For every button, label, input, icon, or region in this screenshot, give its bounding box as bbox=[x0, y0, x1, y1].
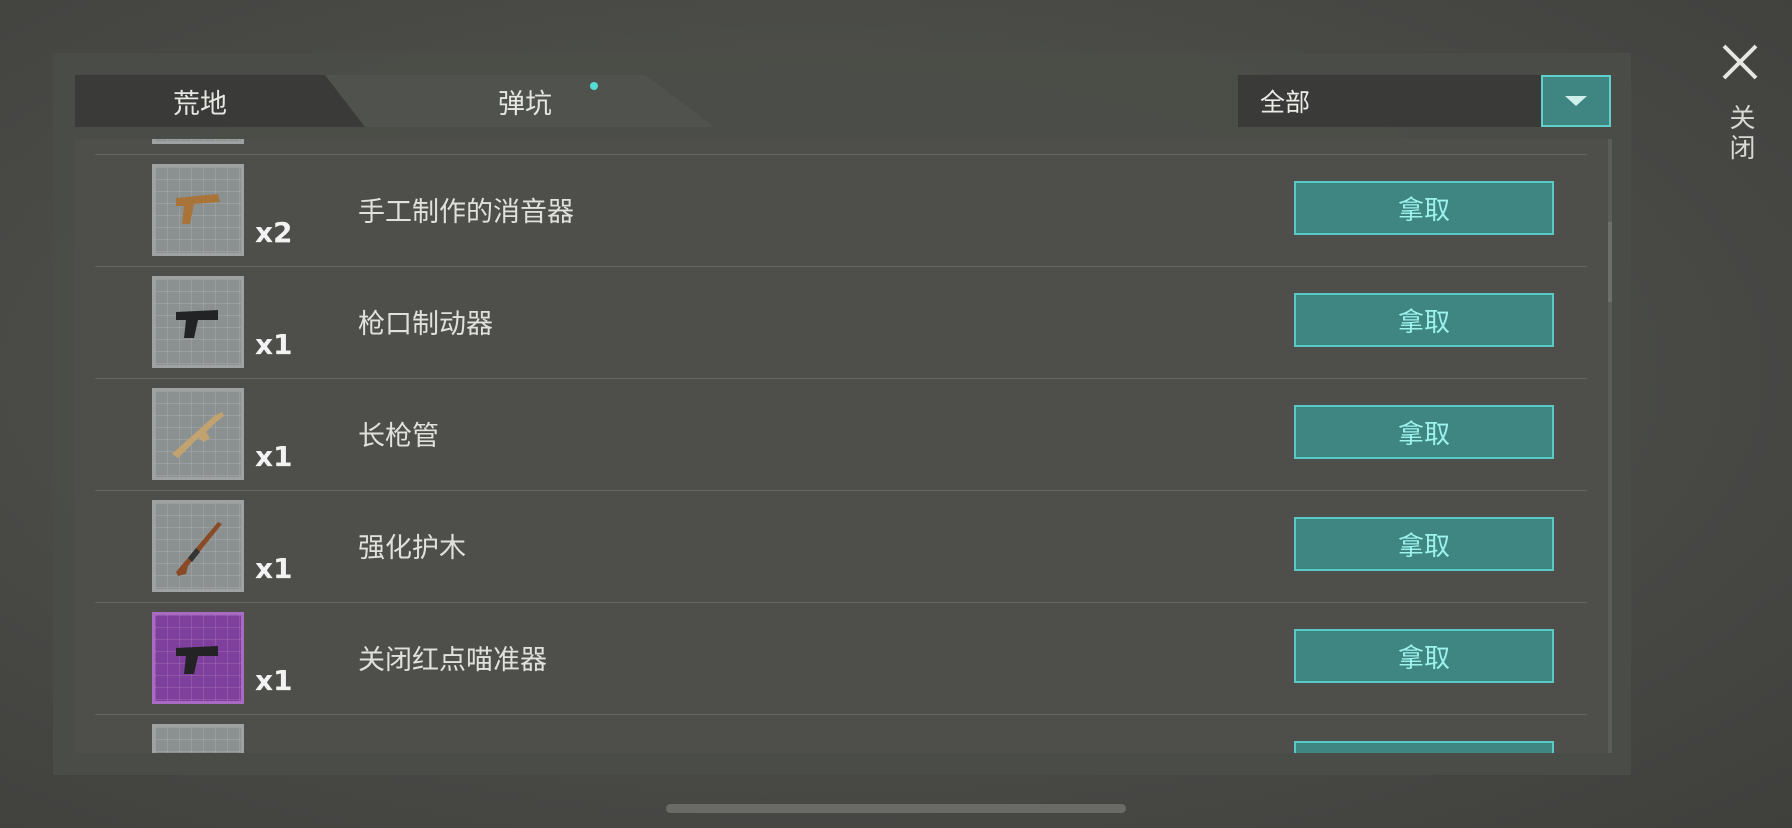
item-quantity: x1 bbox=[255, 440, 293, 473]
item-name: 关闭红点喵准器 bbox=[358, 645, 547, 676]
tab-bar: 弹坑 荒地 bbox=[75, 75, 715, 127]
list-item: x1 bbox=[95, 139, 1587, 155]
take-button[interactable] bbox=[1294, 741, 1554, 753]
notification-dot bbox=[590, 82, 598, 90]
weapon-part-icon bbox=[152, 724, 244, 753]
close-label[interactable]: 关闭 bbox=[1722, 104, 1759, 164]
list-item: x1 长枪管 拿取 bbox=[95, 378, 1587, 491]
list-item bbox=[95, 714, 1587, 753]
item-name: 手工制作的消音器 bbox=[358, 197, 574, 228]
item-name: 枪口制动器 bbox=[358, 309, 493, 340]
rifle-icon bbox=[152, 388, 244, 480]
take-button[interactable]: 拿取 bbox=[1294, 629, 1554, 683]
list-item: x1 关闭红点喵准器 拿取 bbox=[95, 602, 1587, 715]
item-name: 强化护木 bbox=[358, 533, 466, 564]
item-quantity: x1 bbox=[255, 664, 293, 697]
chevron-down-icon bbox=[1565, 96, 1587, 106]
take-button[interactable]: 拿取 bbox=[1294, 405, 1554, 459]
list-item: x1 强化护木 拿取 bbox=[95, 490, 1587, 603]
tab-crater[interactable]: 弹坑 bbox=[315, 75, 715, 127]
weapon-part-icon bbox=[152, 139, 244, 144]
close-icon[interactable] bbox=[1718, 40, 1762, 84]
shotgun-icon bbox=[152, 500, 244, 592]
take-button[interactable]: 拿取 bbox=[1294, 181, 1554, 235]
pistol-icon bbox=[152, 612, 244, 704]
item-quantity: x1 bbox=[255, 552, 293, 585]
item-name: 长枪管 bbox=[358, 421, 439, 452]
list-item: x2 手工制作的消音器 拿取 bbox=[95, 154, 1587, 267]
take-button[interactable]: 拿取 bbox=[1294, 293, 1554, 347]
filter-toggle-button[interactable] bbox=[1541, 75, 1611, 127]
list-item: x1 枪口制动器 拿取 bbox=[95, 266, 1587, 379]
scrollbar-thumb[interactable] bbox=[1608, 222, 1612, 302]
filter-selected-label: 全部 bbox=[1260, 88, 1311, 117]
item-list[interactable]: x1 x2 手工制作的消音器 拿取 x1 枪口制动器 拿取 x1 长枪管 拿取 … bbox=[75, 139, 1611, 753]
take-button[interactable]: 拿取 bbox=[1294, 517, 1554, 571]
item-quantity: x2 bbox=[255, 216, 293, 249]
filter-dropdown[interactable]: 全部 bbox=[1238, 75, 1611, 127]
home-indicator[interactable] bbox=[666, 804, 1126, 813]
item-quantity: x1 bbox=[255, 328, 293, 361]
pistol-icon bbox=[152, 276, 244, 368]
pistol-icon bbox=[152, 164, 244, 256]
